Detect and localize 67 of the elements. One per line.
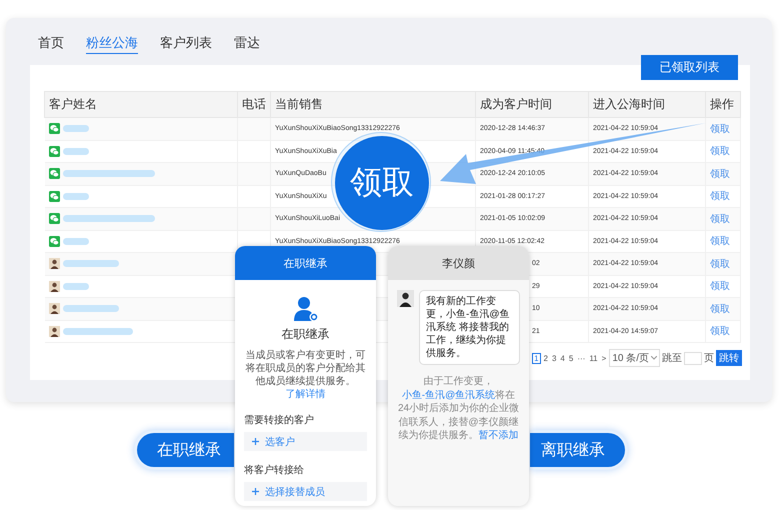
section-label: 需要转接的客户	[244, 414, 315, 427]
redacted-name	[62, 328, 132, 335]
column-header: 成为客户时间	[476, 92, 588, 118]
card-header: 李仪颜	[388, 246, 529, 280]
avatar-icon	[48, 303, 60, 314]
next-page[interactable]: >	[600, 354, 608, 362]
redacted-name	[62, 282, 88, 290]
avatar-icon	[397, 290, 414, 307]
tab[interactable]: 首页	[38, 34, 64, 54]
redacted-name	[62, 125, 88, 132]
wechat-icon	[48, 213, 60, 224]
column-header: 客户姓名	[44, 92, 238, 118]
column-header: 进入公海时间	[588, 92, 706, 118]
wechat-icon	[48, 190, 60, 202]
wechat-icon	[48, 168, 60, 180]
card-description: 当成员或客户有变更时，可将在职成员的客户分配给其他成员继续提供服务。 了解详情	[244, 349, 366, 401]
page-number[interactable]: 5	[568, 354, 574, 362]
redacted-name	[62, 148, 88, 155]
column-header: 当前销售	[270, 92, 476, 118]
select-button[interactable]: 选择接替成员	[244, 482, 367, 501]
page-number[interactable]: ···	[576, 354, 586, 362]
page-input[interactable]	[684, 352, 702, 364]
page-number[interactable]: 11	[588, 354, 599, 362]
claimed-list-button[interactable]: 已领取列表	[641, 55, 738, 80]
avatar-icon	[48, 258, 60, 270]
select-button[interactable]: 选客户	[244, 432, 367, 451]
redacted-name	[62, 238, 88, 245]
person-sync-icon	[292, 296, 318, 322]
wechat-icon	[48, 236, 60, 247]
tab[interactable]: 粉丝公海	[86, 34, 138, 54]
plus-icon	[252, 438, 259, 445]
claim-link[interactable]: 领取	[710, 191, 730, 202]
claim-link[interactable]: 领取	[710, 326, 730, 338]
page-unit: 页	[704, 352, 714, 365]
page-number[interactable]: 1	[532, 352, 541, 364]
page-number[interactable]: 2	[542, 354, 549, 362]
goto-label: 跳至	[662, 352, 682, 365]
notice-link[interactable]: 暂不添加	[478, 430, 518, 441]
page-size-select[interactable]: 10 条/页	[609, 349, 660, 367]
notice-link[interactable]: 小鱼-鱼汛@鱼汛系统	[402, 390, 496, 400]
column-header: 操作	[706, 92, 740, 118]
redacted-name	[62, 305, 118, 312]
page-number[interactable]: 3	[550, 354, 558, 362]
details-link[interactable]: 了解详情	[286, 389, 326, 400]
plus-icon	[252, 488, 259, 495]
claim-link[interactable]: 领取	[710, 236, 730, 248]
avatar-icon	[48, 280, 60, 292]
redacted-name	[62, 260, 118, 268]
chevron-icon	[651, 356, 657, 360]
notice-text: 由于工作变更， 小鱼-鱼汛@鱼汛系统将在24小时后添加为你的企业微信联系人，接替@李仪颜继续为你提供服务。暂不添加	[397, 375, 520, 442]
tab[interactable]: 雷达	[234, 34, 260, 54]
column-header: 电话	[238, 92, 270, 118]
wechat-icon	[48, 146, 60, 157]
go-button[interactable]: 跳转	[716, 350, 742, 366]
card-header: 在职继承	[235, 246, 376, 280]
claim-link[interactable]: 领取	[710, 281, 730, 292]
avatar-icon	[48, 326, 60, 337]
section-label: 将客户转接给	[244, 464, 305, 477]
tab[interactable]: 客户列表	[160, 34, 212, 54]
inherit-button[interactable]: 离职继承	[530, 430, 628, 470]
inherit-button[interactable]: 在职继承	[134, 430, 234, 470]
wechat-icon	[48, 123, 60, 134]
redacted-name	[62, 192, 88, 200]
page-number[interactable]: 4	[559, 354, 566, 362]
message-bubble: 我有新的工作变更，小鱼-鱼汛@鱼汛系统 将接替我的工作，继续为你提供服务。	[419, 290, 520, 365]
card-title: 在职继承	[282, 326, 330, 343]
claim-link[interactable]: 领取	[710, 146, 730, 158]
